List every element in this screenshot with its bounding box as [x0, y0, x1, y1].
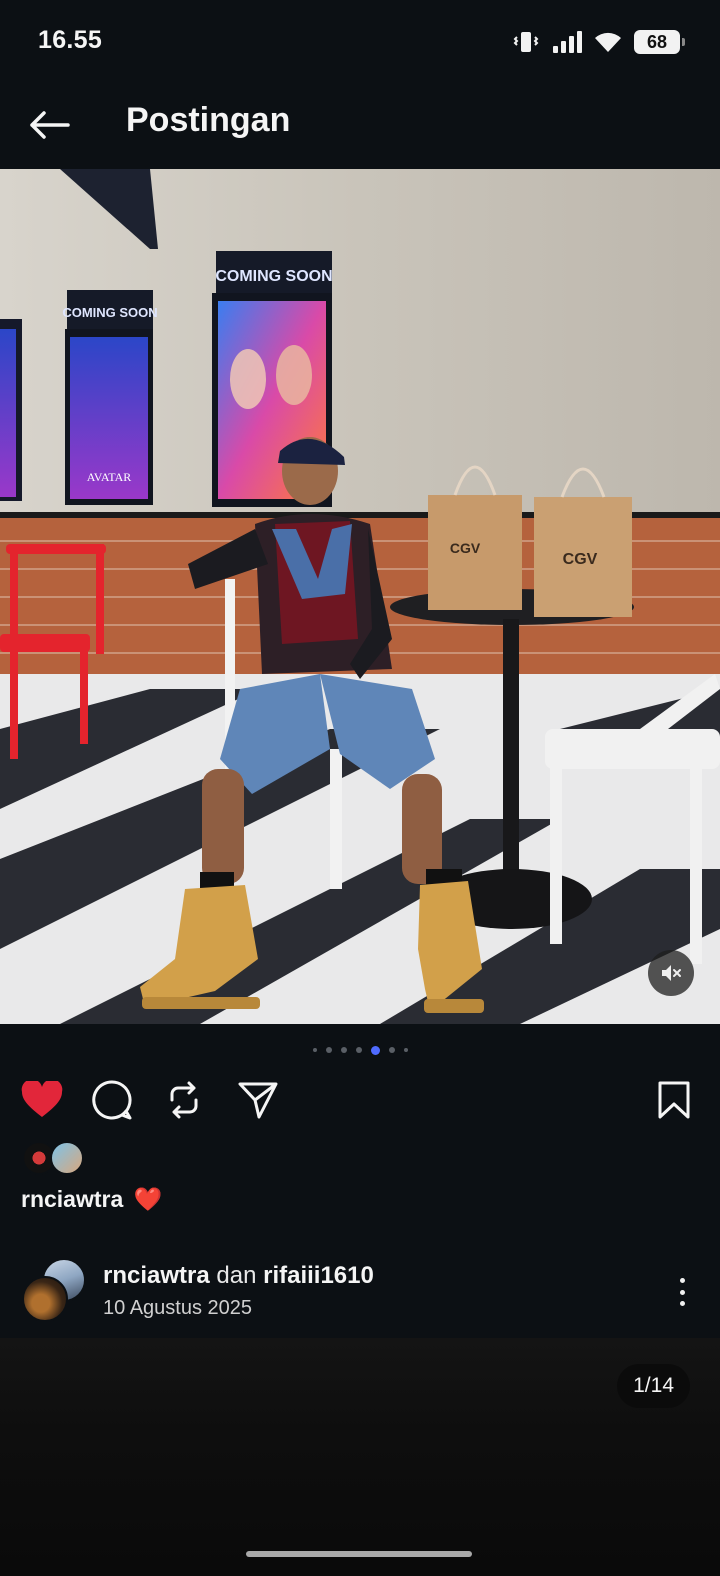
repost-button[interactable] — [160, 1076, 208, 1124]
more-dot — [679, 1278, 685, 1283]
sign-text-1: COMING SOON — [62, 305, 157, 320]
post-image[interactable]: COMING SOON AVATAR COMING SOON CGV CGV — [0, 169, 720, 1024]
liked-by-text[interactable]: rnciawtra ❤️ — [21, 1186, 162, 1213]
share-icon — [238, 1082, 278, 1119]
wifi-icon — [595, 32, 621, 52]
more-options-button[interactable] — [672, 1272, 692, 1312]
bag-brand-2: CGV — [563, 551, 598, 568]
home-indicator[interactable] — [246, 1551, 472, 1557]
carousel-dot — [325, 1047, 332, 1053]
author-avatars[interactable] — [22, 1258, 88, 1324]
avatar — [22, 1276, 68, 1322]
comment-icon — [92, 1080, 132, 1120]
next-post-preview[interactable]: 1/14 — [0, 1338, 720, 1576]
liker-avatars[interactable] — [22, 1141, 92, 1177]
battery-level: 68 — [646, 31, 668, 52]
page-title: Postingan — [126, 101, 291, 139]
status-icons: 68 — [512, 28, 685, 56]
back-button[interactable] — [24, 100, 74, 150]
liked-by-username[interactable]: rnciawtra — [21, 1186, 123, 1212]
carousel-dot — [340, 1047, 347, 1053]
share-button[interactable] — [234, 1076, 282, 1124]
author-username-1[interactable]: rnciawtra — [103, 1262, 210, 1289]
like-button[interactable] — [18, 1076, 66, 1124]
carousel-dot — [388, 1047, 395, 1053]
author-conjunction: dan — [216, 1262, 257, 1289]
author-username-2[interactable]: rifaiii1610 — [263, 1262, 374, 1289]
bookmark-icon — [658, 1081, 690, 1119]
save-button[interactable] — [650, 1076, 698, 1124]
vibrate-icon — [513, 32, 539, 52]
more-dot — [679, 1301, 685, 1306]
post-actions — [0, 1070, 720, 1130]
header: Postingan — [0, 84, 720, 168]
avatar — [50, 1141, 84, 1175]
heart-emoji: ❤️ — [133, 1186, 163, 1212]
comment-button[interactable] — [88, 1076, 136, 1124]
carousel-dot — [312, 1048, 317, 1052]
carousel-dot — [403, 1048, 408, 1052]
status-time: 16.55 — [38, 26, 103, 54]
bag-brand-1: CGV — [450, 540, 481, 556]
carousel-dot-active — [370, 1045, 380, 1055]
speaker-muted-icon — [662, 965, 681, 981]
post-photo: COMING SOON AVATAR COMING SOON CGV CGV — [0, 169, 720, 1024]
mute-button[interactable] — [648, 950, 694, 996]
more-dot — [679, 1289, 685, 1295]
authors-line: rnciawtra dan rifaiii1610 — [103, 1262, 374, 1290]
heart-icon — [21, 1081, 63, 1117]
poster-text: AVATAR — [87, 470, 132, 484]
post-date: 10 Agustus 2025 — [103, 1297, 253, 1319]
carousel-indicator — [0, 1043, 720, 1057]
repost-icon — [170, 1081, 198, 1119]
media-counter: 1/14 — [617, 1364, 690, 1408]
carousel-dot — [355, 1047, 362, 1053]
arrow-left-icon — [30, 111, 70, 139]
signal-icon — [553, 31, 582, 53]
post-author-row: rnciawtra dan rifaiii1610 10 Agustus 202… — [0, 1250, 720, 1338]
sign-text-2: COMING SOON — [215, 268, 332, 285]
battery-icon: 68 — [634, 30, 685, 54]
status-bar: 16.55 68 — [0, 0, 720, 84]
